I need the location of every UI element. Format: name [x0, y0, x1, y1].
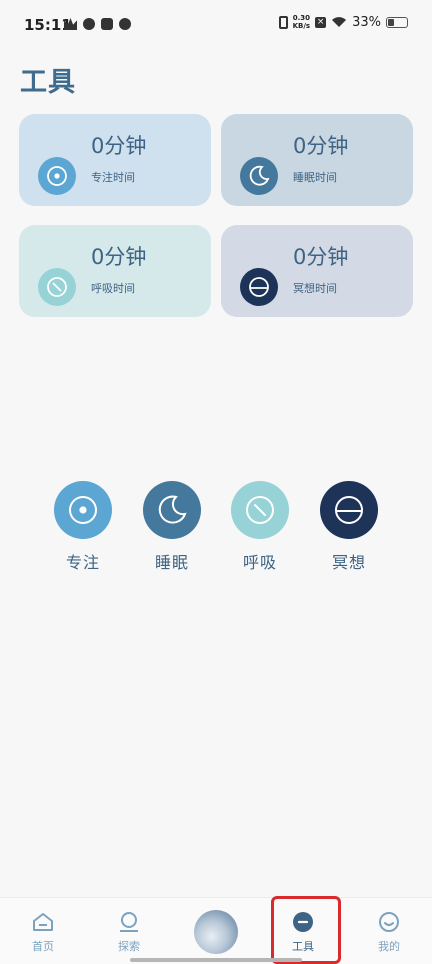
breath-time-value: 0分钟: [91, 245, 147, 269]
meditate-icon: [320, 481, 378, 539]
focus-stat-card[interactable]: 0分钟 专注时间: [19, 114, 211, 206]
breath-icon: [38, 268, 76, 306]
system-status: 0.30 KB/s × 33%: [278, 14, 408, 30]
status-bar: 15:11 0.30 KB/s × 33%: [0, 0, 432, 50]
meditate-tool-button[interactable]: 冥想: [319, 481, 379, 573]
meditate-icon: [240, 268, 278, 306]
breath-time-label: 呼吸时间: [91, 282, 135, 295]
crown-icon: [64, 18, 77, 30]
focus-time-label: 专注时间: [91, 171, 135, 184]
battery-percent: 33%: [352, 14, 381, 30]
nav-explore[interactable]: 探索: [104, 910, 154, 954]
network-speed: 0.30 KB/s: [293, 14, 310, 30]
app-notification-icon: [83, 18, 95, 30]
home-indicator[interactable]: [130, 958, 302, 962]
nav-home-label: 首页: [32, 940, 54, 953]
sleep-stat-card[interactable]: 0分钟 睡眠时间: [221, 114, 413, 206]
meditate-time-label: 冥想时间: [293, 282, 337, 295]
sleep-time-label: 睡眠时间: [293, 171, 337, 184]
sleep-tool-button[interactable]: 睡眠: [142, 481, 202, 573]
network-speed-unit: KB/s: [292, 22, 311, 30]
nav-mine-label: 我的: [378, 940, 400, 953]
page-title: 工具: [20, 67, 76, 98]
target-icon: [54, 481, 112, 539]
breath-icon: [231, 481, 289, 539]
smile-icon: [364, 910, 414, 934]
focus-tool-label: 专注: [65, 553, 100, 572]
battery-icon: [386, 16, 408, 28]
focus-tool-button[interactable]: 专注: [53, 481, 113, 573]
meditate-stat-card[interactable]: 0分钟 冥想时间: [221, 225, 413, 317]
breath-tool-button[interactable]: 呼吸: [230, 481, 290, 573]
battery-fill: [388, 18, 394, 26]
network-speed-value: 0.30: [292, 14, 310, 22]
meditate-time-value: 0分钟: [293, 245, 349, 269]
bottom-nav: 首页 探索 工具 我的: [0, 897, 432, 964]
explore-icon: [104, 910, 154, 934]
meditate-tool-label: 冥想: [331, 553, 366, 572]
mail-icon: [101, 18, 113, 30]
sleep-time-value: 0分钟: [293, 134, 349, 158]
nav-explore-label: 探索: [118, 940, 140, 953]
focus-time-value: 0分钟: [91, 134, 147, 158]
wechat-icon: [119, 18, 131, 30]
home-icon: [18, 910, 68, 934]
moon-icon: [240, 157, 278, 195]
sleep-tool-label: 睡眠: [154, 553, 189, 572]
no-sim-icon: ×: [315, 16, 327, 28]
breath-tool-label: 呼吸: [242, 553, 277, 572]
nav-home[interactable]: 首页: [18, 910, 68, 954]
active-tab-highlight: [271, 896, 341, 964]
moon-icon: [143, 481, 201, 539]
breath-stat-card[interactable]: 0分钟 呼吸时间: [19, 225, 211, 317]
notification-icons: [64, 18, 131, 30]
vibrate-icon: [278, 15, 288, 29]
center-avatar-button[interactable]: [194, 910, 238, 954]
wifi-icon: [331, 16, 347, 28]
target-icon: [38, 157, 76, 195]
nav-mine[interactable]: 我的: [364, 910, 414, 954]
